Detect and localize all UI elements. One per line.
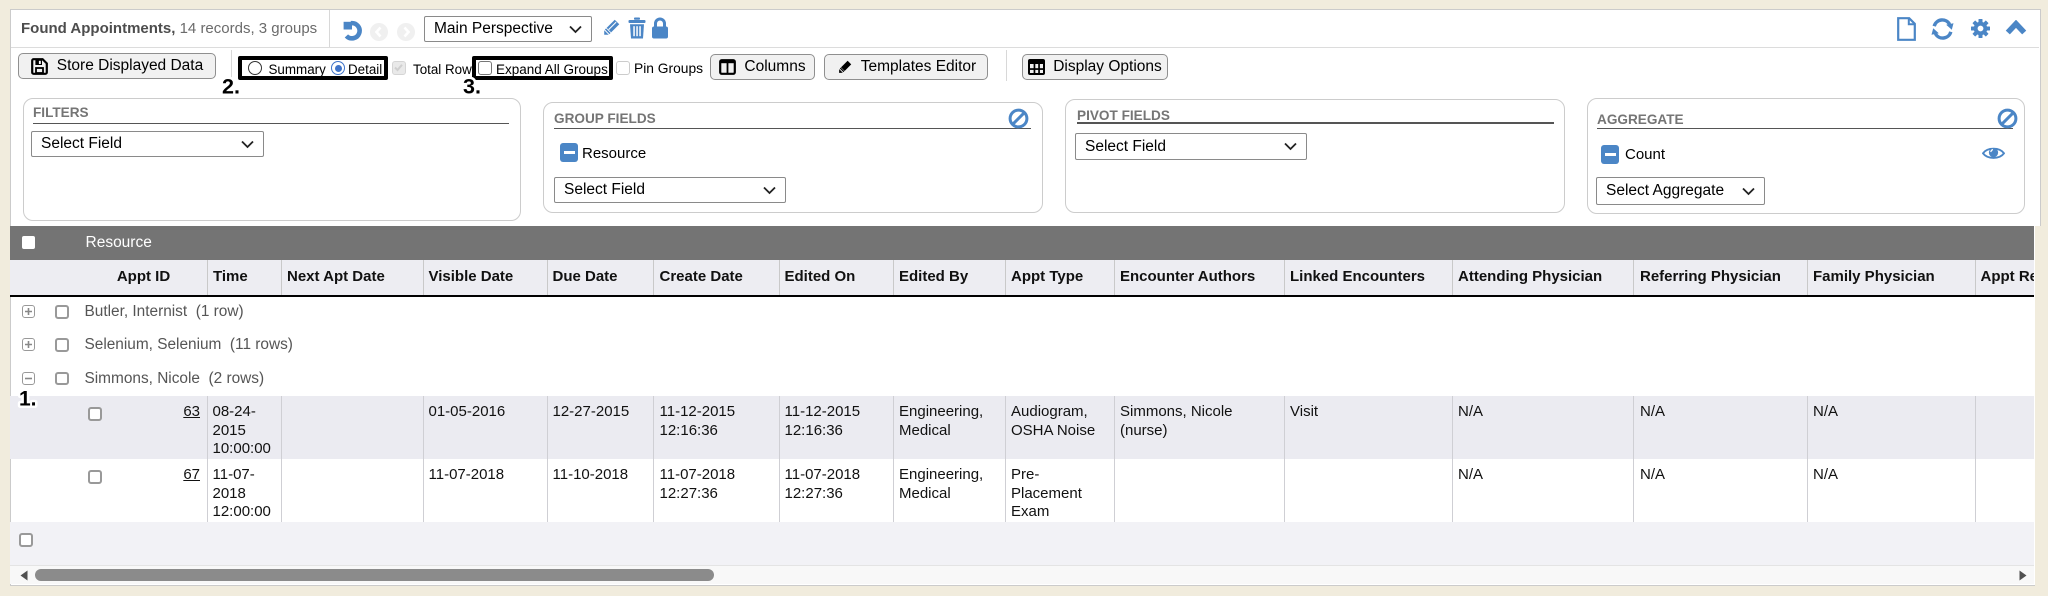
svg-text:3.: 3. (463, 75, 481, 99)
svg-text:1.: 1. (19, 388, 37, 411)
svg-text:2.: 2. (222, 75, 240, 99)
